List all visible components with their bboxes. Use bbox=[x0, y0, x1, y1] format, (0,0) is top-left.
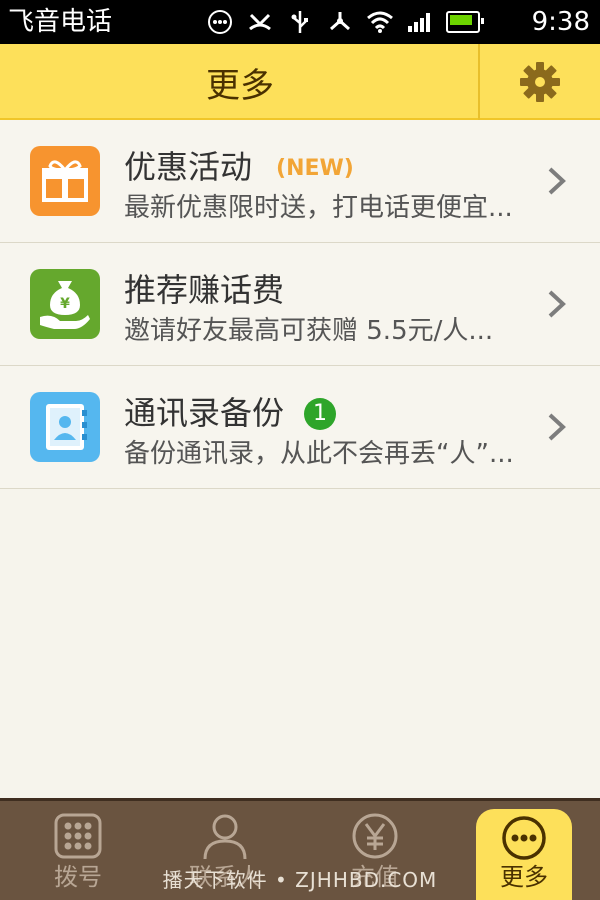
status-time: 9:38 bbox=[531, 7, 590, 37]
svg-text:¥: ¥ bbox=[60, 296, 70, 312]
list-item-title: 通讯录备份 1 bbox=[124, 388, 337, 434]
contacts-book-icon bbox=[30, 392, 100, 462]
count-badge: 1 bbox=[304, 397, 337, 430]
list-item-subtitle: 备份通讯录，从此不会再丢“人”... bbox=[124, 439, 514, 469]
settings-button[interactable] bbox=[500, 54, 580, 110]
more-circle-icon bbox=[206, 8, 234, 36]
status-icons bbox=[206, 8, 484, 36]
status-bar: 飞音电话 9:38 bbox=[0, 0, 600, 44]
list-item-promotions[interactable]: 优惠活动 (NEW) 最新优惠限时送，打电话更便宜... bbox=[0, 120, 600, 243]
page-title: 更多 bbox=[206, 65, 274, 106]
list-item-title: 优惠活动 (NEW) bbox=[124, 142, 354, 188]
list-item-subtitle: 邀请好友最高可获赠 5.5元/人... bbox=[124, 316, 494, 346]
list-item-subtitle: 最新优惠限时送，打电话更便宜... bbox=[124, 193, 513, 223]
signal-icon bbox=[406, 8, 434, 36]
promotions-title: 优惠活动 bbox=[124, 148, 253, 186]
gift-icon bbox=[30, 146, 100, 216]
list-item-contacts-backup[interactable]: 通讯录备份 1 备份通讯录，从此不会再丢“人”... bbox=[0, 366, 600, 489]
person-icon bbox=[195, 811, 255, 861]
list-item-referral[interactable]: ¥ 推荐赚话费 邀请好友最高可获赠 5.5元/人... bbox=[0, 243, 600, 366]
yen-coin-icon bbox=[345, 811, 405, 861]
watermark: 播天下软件 • ZJHHBD.COM bbox=[162, 868, 438, 892]
title-divider bbox=[478, 44, 480, 120]
money-bag-icon: ¥ bbox=[30, 269, 100, 339]
list-item-title: 推荐赚话费 bbox=[124, 271, 285, 309]
chevron-right-icon bbox=[548, 413, 566, 441]
contacts-backup-title: 通讯录备份 bbox=[124, 394, 285, 432]
wifi-icon bbox=[366, 8, 394, 36]
usb-icon bbox=[286, 8, 314, 36]
chevron-right-icon bbox=[548, 290, 566, 318]
gear-icon bbox=[520, 62, 560, 102]
dialpad-icon bbox=[48, 811, 108, 861]
new-badge: (NEW) bbox=[276, 156, 354, 181]
share-icon bbox=[326, 8, 354, 36]
title-bar: 更多 bbox=[0, 44, 600, 120]
status-app-name: 飞音电话 bbox=[8, 7, 113, 37]
more-list: 优惠活动 (NEW) 最新优惠限时送，打电话更便宜... ¥ 推荐赚话费 邀请好友… bbox=[0, 120, 600, 489]
chevron-right-icon bbox=[548, 167, 566, 195]
more-dots-icon bbox=[494, 813, 554, 863]
battery-icon bbox=[446, 11, 484, 33]
missed-call-icon bbox=[246, 8, 274, 36]
